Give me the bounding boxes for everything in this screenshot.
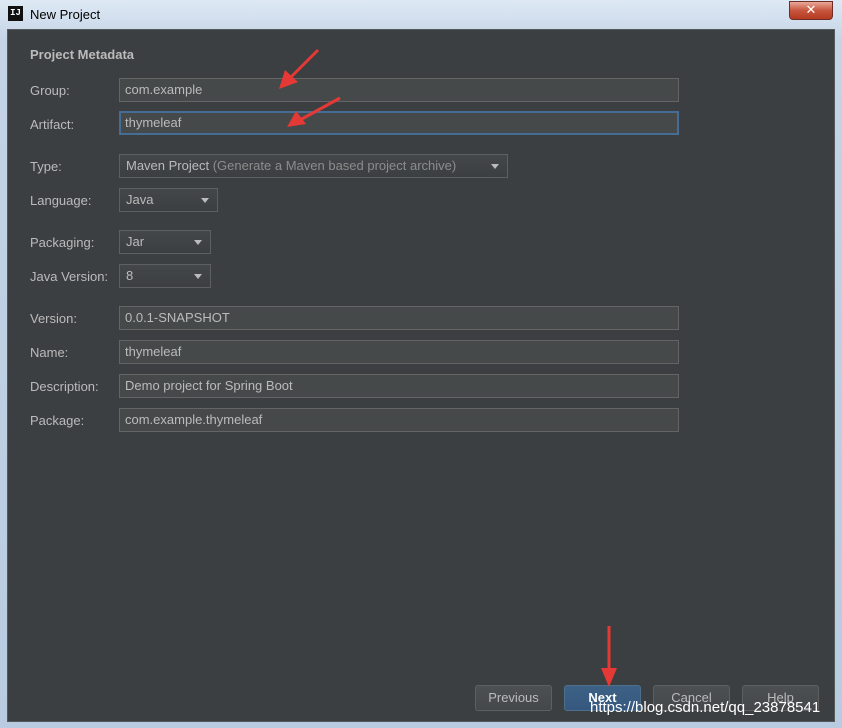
dialog-window: IJ New Project ✕ Project Metadata Group:… (0, 0, 842, 728)
artifact-field[interactable]: thymeleaf (119, 111, 679, 135)
watermark-text: https://blog.csdn.net/qq_23878541 (590, 699, 821, 716)
type-label: Type: (30, 159, 62, 174)
description-label: Description: (30, 379, 99, 394)
package-field[interactable]: com.example.thymeleaf (119, 408, 679, 432)
packaging-label: Packaging: (30, 235, 95, 250)
window-title: New Project (30, 7, 101, 22)
close-button[interactable]: ✕ (789, 1, 833, 20)
language-value: Java (126, 192, 154, 207)
type-dropdown[interactable]: Maven Project (Generate a Maven based pr… (119, 154, 508, 178)
packaging-dropdown[interactable]: Jar (119, 230, 211, 254)
version-field[interactable]: 0.0.1-SNAPSHOT (119, 306, 679, 330)
chevron-down-icon (194, 274, 202, 279)
group-field[interactable]: com.example (119, 78, 679, 102)
type-value: Maven Project (126, 158, 210, 173)
package-label: Package: (30, 413, 85, 428)
chevron-down-icon (201, 198, 209, 203)
title-bar: IJ New Project ✕ (0, 0, 842, 28)
version-label: Version: (30, 311, 77, 326)
java-version-value: 8 (126, 268, 134, 283)
artifact-label: Artifact: (30, 117, 75, 132)
description-field[interactable]: Demo project for Spring Boot (119, 374, 679, 398)
intellij-app-icon: IJ (8, 6, 23, 21)
previous-button[interactable]: Previous (475, 685, 552, 711)
name-field[interactable]: thymeleaf (119, 340, 679, 364)
type-hint: (Generate a Maven based project archive) (212, 158, 457, 173)
packaging-value: Jar (126, 234, 145, 249)
language-label: Language: (30, 193, 92, 208)
java-version-dropdown[interactable]: 8 (119, 264, 211, 288)
java-version-label: Java Version: (30, 269, 109, 284)
chevron-down-icon (491, 164, 499, 169)
group-label: Group: (30, 83, 70, 98)
language-dropdown[interactable]: Java (119, 188, 218, 212)
chevron-down-icon (194, 240, 202, 245)
section-title: Project Metadata (30, 47, 135, 62)
name-label: Name: (30, 345, 69, 360)
